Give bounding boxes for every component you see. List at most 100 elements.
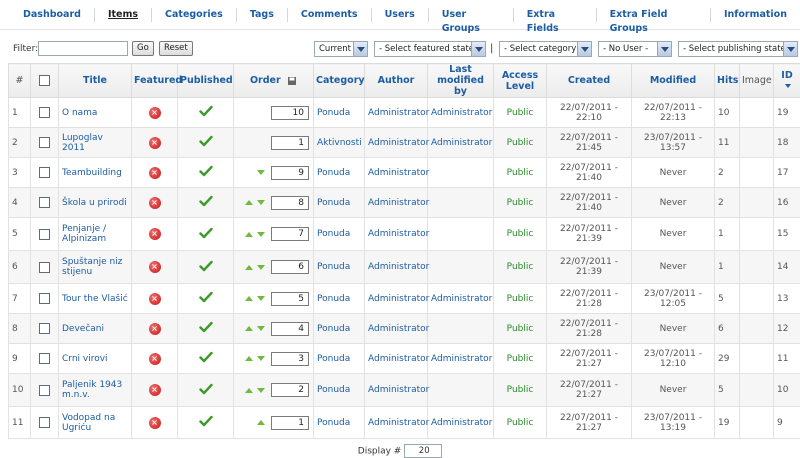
category-link[interactable]: Ponuda [317,354,350,364]
nav-extra-fields[interactable]: Extra Fields [513,8,596,22]
row-checkbox[interactable] [39,167,50,178]
up-arrow-icon[interactable] [245,200,253,205]
up-arrow-icon[interactable] [245,356,253,361]
nav-extra-field-groups[interactable]: Extra Field Groups [596,8,710,22]
nav-comments[interactable]: Comments [287,8,371,22]
category-link[interactable]: Ponuda [317,198,350,208]
up-arrow-icon[interactable] [245,265,253,270]
order-input[interactable]: 4 [271,322,309,336]
x-icon[interactable]: × [149,107,161,119]
nav-tags[interactable]: Tags [236,8,287,22]
up-arrow-icon[interactable] [245,388,253,393]
item-title-link[interactable]: Crni virovi [62,354,108,364]
category-link[interactable]: Ponuda [317,385,350,395]
nav-user-groups[interactable]: User Groups [428,8,513,22]
x-icon[interactable]: × [149,353,161,365]
down-arrow-icon[interactable] [257,326,265,331]
row-select-cell[interactable] [31,188,59,218]
filter-search-input[interactable] [38,41,128,56]
header-published[interactable]: Published [178,64,234,98]
header-hits[interactable]: Hits [715,64,740,98]
order-input[interactable]: 10 [271,106,309,120]
modified-by-link[interactable]: Administrator [431,354,492,364]
x-icon[interactable]: × [149,293,161,305]
check-icon[interactable] [199,170,213,180]
display-count-select[interactable]: 20 [404,444,442,458]
author-link[interactable]: Administrator [368,385,429,395]
author-link[interactable]: Administrator [368,138,429,148]
header-id[interactable]: ID [774,64,800,98]
row-select-cell[interactable] [31,128,59,158]
row-checkbox[interactable] [39,107,50,118]
row-checkbox[interactable] [39,262,50,273]
item-title-link[interactable]: Devečani [62,324,104,334]
header-access[interactable]: Access Level [494,64,547,98]
row-checkbox[interactable] [39,293,50,304]
category-link[interactable]: Ponuda [317,168,350,178]
order-input[interactable]: 1 [271,416,309,430]
down-arrow-icon[interactable] [257,265,265,270]
access-level[interactable]: Public [494,374,547,407]
header-author[interactable]: Author [365,64,428,98]
category-select[interactable]: - Select category - [499,41,592,57]
category-link[interactable]: Ponuda [317,418,350,428]
nav-users[interactable]: Users [371,8,428,22]
item-title-link[interactable]: Teambuilding [62,168,122,178]
x-icon[interactable]: × [149,417,161,429]
modified-by-link[interactable]: Administrator [431,294,492,304]
up-arrow-icon[interactable] [245,326,253,331]
author-select[interactable]: - No User - [598,41,672,57]
row-checkbox[interactable] [39,417,50,428]
order-input[interactable]: 8 [271,196,309,210]
author-link[interactable]: Administrator [368,198,429,208]
order-input[interactable]: 7 [271,227,309,241]
down-arrow-icon[interactable] [257,388,265,393]
check-icon[interactable] [199,232,213,242]
category-link[interactable]: Aktivnosti [317,138,362,148]
row-checkbox[interactable] [39,137,50,148]
header-select-all[interactable] [31,64,59,98]
up-arrow-icon[interactable] [245,296,253,301]
row-checkbox[interactable] [39,385,50,396]
author-link[interactable]: Administrator [368,324,429,334]
category-link[interactable]: Ponuda [317,108,350,118]
access-level[interactable]: Public [494,218,547,251]
x-icon[interactable]: × [149,167,161,179]
check-icon[interactable] [199,296,213,306]
row-select-cell[interactable] [31,374,59,407]
nav-categories[interactable]: Categories [151,8,236,22]
header-modified-by[interactable]: Last modified by [428,64,494,98]
nav-dashboard[interactable]: Dashboard [10,8,94,22]
modified-by-link[interactable]: Administrator [431,108,492,118]
order-input[interactable]: 3 [271,352,309,366]
order-input[interactable]: 9 [271,166,309,180]
author-link[interactable]: Administrator [368,108,429,118]
down-arrow-icon[interactable] [257,200,265,205]
nav-items[interactable]: Items [94,8,151,22]
row-select-cell[interactable] [31,314,59,344]
modified-by-link[interactable]: Administrator [431,418,492,428]
item-title-link[interactable]: Škola u prirodi [62,198,127,208]
check-icon[interactable] [199,420,213,430]
row-select-cell[interactable] [31,158,59,188]
author-link[interactable]: Administrator [368,294,429,304]
item-title-link[interactable]: O nama [62,108,97,118]
order-input[interactable]: 6 [271,260,309,274]
save-order-icon[interactable] [287,76,297,86]
row-checkbox[interactable] [39,197,50,208]
access-level[interactable]: Public [494,128,547,158]
category-link[interactable]: Ponuda [317,229,350,239]
item-title-link[interactable]: Paljenik 1943 m.n.v. [62,380,122,400]
reset-button[interactable]: Reset [159,41,193,56]
item-title-link[interactable]: Vodopad na Ugriću [62,413,115,433]
check-icon[interactable] [199,356,213,366]
header-title[interactable]: Title [59,64,132,98]
nav-information[interactable]: Information [710,8,800,22]
down-arrow-icon[interactable] [257,296,265,301]
order-input[interactable]: 1 [271,136,309,150]
row-select-cell[interactable] [31,407,59,439]
item-title-link[interactable]: Tour the Vlašić [62,294,128,304]
author-link[interactable]: Administrator [368,418,429,428]
x-icon[interactable]: × [149,137,161,149]
header-category[interactable]: Category [314,64,365,98]
